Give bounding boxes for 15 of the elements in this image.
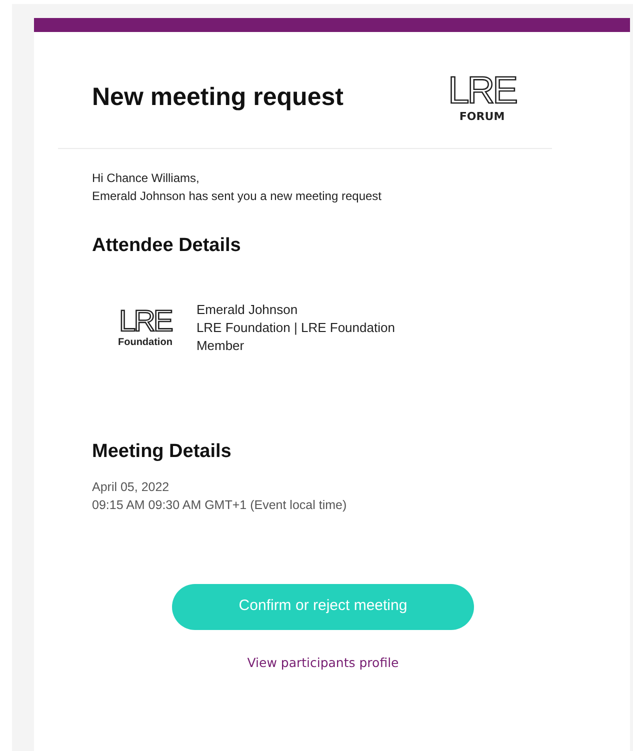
logo-caption: FORUM <box>459 111 505 122</box>
attendee-info: LRE Foundation | LRE Foundation <box>196 318 395 337</box>
logo-mark: LRE <box>448 72 516 110</box>
section-heading: Attendee Details <box>92 235 242 258</box>
logo-mark: LRE <box>119 307 172 338</box>
intro-text: Emerald Johnson has sent you a new meeting request <box>92 188 383 205</box>
attendee-info: Emerald Johnson <box>196 300 299 319</box>
meeting-time: 09:15 AM 09:30 AM GMT+1 (Event local time) <box>92 496 348 514</box>
section-heading: Meeting Details <box>92 440 232 464</box>
meeting-date: April 05, 2022 <box>92 478 170 496</box>
attendee-info: Member <box>196 336 246 355</box>
email-title: New meeting request <box>92 82 344 112</box>
logo-caption: Foundation <box>118 338 172 348</box>
profile-link[interactable]: View participants profile <box>247 654 399 672</box>
greeting-text: Hi Chance Williams, <box>92 170 200 187</box>
